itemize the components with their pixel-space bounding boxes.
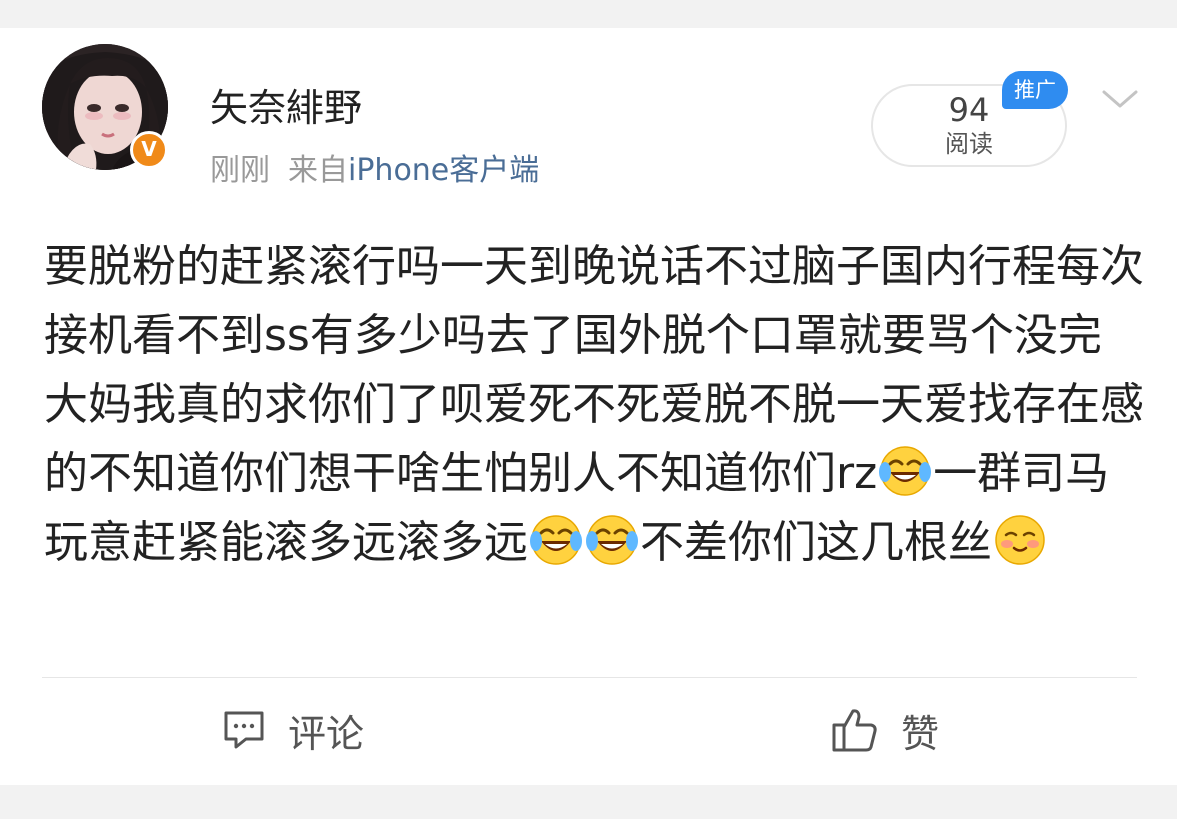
like-button[interactable]: 赞 bbox=[831, 704, 939, 756]
laugh-cry-emoji-icon bbox=[530, 515, 582, 565]
laugh-cry-emoji-icon bbox=[586, 515, 638, 565]
like-label: 赞 bbox=[901, 711, 940, 756]
promote-badge[interactable]: 推广 bbox=[1002, 71, 1068, 109]
post-content: 要脱粉的赶紧滚行吗一天到晚说话不过脑子国内行程每次接机看不到ss有多少吗去了国外… bbox=[44, 232, 1144, 577]
post-meta: 刚刚 来自iPhone客户端 bbox=[210, 151, 539, 191]
laugh-cry-emoji-icon bbox=[879, 446, 932, 496]
verified-badge-icon: V bbox=[130, 131, 168, 169]
top-gap bbox=[0, 0, 1177, 28]
comment-button[interactable]: 评论 bbox=[222, 704, 364, 756]
action-divider bbox=[42, 677, 1137, 678]
source-prefix: 来自 bbox=[288, 153, 348, 188]
reads-label: 阅读 bbox=[945, 130, 993, 158]
chevron-down-icon[interactable] bbox=[1098, 84, 1142, 114]
bottom-gap bbox=[0, 785, 1177, 819]
thumbs-up-icon bbox=[832, 709, 877, 752]
post-text-segment: 不差你们这几根丝 bbox=[640, 517, 992, 568]
comment-icon bbox=[224, 711, 264, 749]
source-link[interactable]: iPhone客户端 bbox=[348, 153, 539, 188]
comment-label: 评论 bbox=[288, 711, 365, 756]
blushing-smile-emoji-icon bbox=[995, 515, 1045, 565]
author-name[interactable]: 矢奈緋野 bbox=[210, 86, 362, 130]
post-time: 刚刚 bbox=[210, 153, 270, 188]
